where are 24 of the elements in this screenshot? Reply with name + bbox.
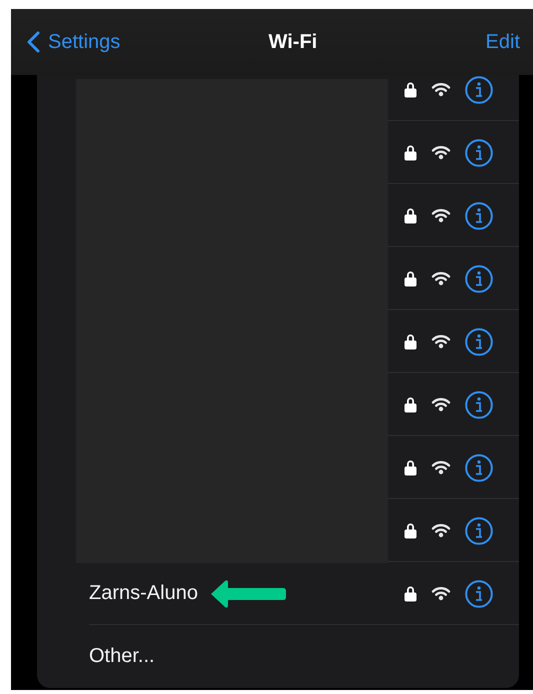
edit-button[interactable]: Edit [486, 30, 520, 54]
back-button[interactable]: Settings [27, 30, 120, 54]
info-icon[interactable] [465, 202, 493, 230]
info-icon[interactable] [465, 454, 493, 482]
info-icon[interactable] [465, 138, 493, 166]
wifi-icon [431, 460, 451, 475]
wifi-icon [431, 271, 451, 286]
other-network-item[interactable]: Other... [89, 645, 155, 668]
info-icon[interactable] [465, 328, 493, 356]
screen-title: Wi-Fi [268, 30, 318, 54]
wifi-icon [431, 208, 451, 223]
network-name[interactable]: Zarns-Aluno [89, 582, 198, 605]
wifi-icon [431, 145, 451, 160]
wifi-icon [431, 334, 451, 349]
info-icon[interactable] [465, 76, 493, 104]
wifi-icon [431, 82, 451, 97]
chevron-left-icon [27, 31, 40, 53]
info-icon[interactable] [465, 580, 493, 608]
wifi-icon [431, 586, 451, 601]
info-icon[interactable] [465, 516, 493, 544]
wifi-icon [431, 523, 451, 538]
info-icon[interactable] [465, 390, 493, 418]
wifi-icon [431, 397, 451, 412]
info-icon[interactable] [465, 264, 493, 292]
